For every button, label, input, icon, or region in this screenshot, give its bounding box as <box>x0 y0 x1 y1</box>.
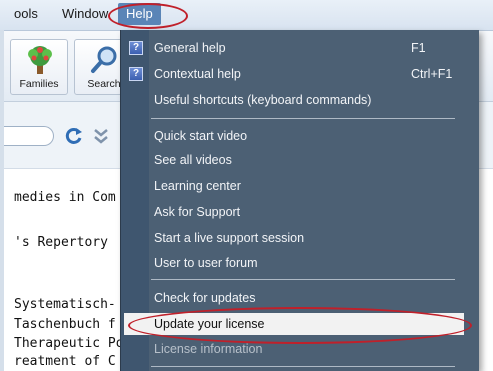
menu-separator <box>151 118 455 119</box>
document-line[interactable]: Therapeutic Po <box>14 336 124 351</box>
families-button[interactable]: Families <box>10 39 68 95</box>
menu-window[interactable]: Window <box>62 6 108 21</box>
search-input[interactable] <box>0 126 54 146</box>
menu-item-learning-center[interactable]: Learning center <box>121 175 479 197</box>
document-line[interactable]: Systematisch- <box>14 297 116 312</box>
menu-item-user-forum[interactable]: User to user forum <box>121 252 479 274</box>
refresh-icon[interactable] <box>64 126 84 146</box>
menu-item-shortcut: F1 <box>411 41 426 55</box>
window-left-edge <box>0 30 4 371</box>
menu-item-live-support-session[interactable]: Start a live support session <box>121 227 479 249</box>
menu-item-general-help[interactable]: ? General help F1 <box>121 37 479 59</box>
menu-item-check-for-updates[interactable]: Check for updates <box>121 287 479 309</box>
menu-item-label: Check for updates <box>154 291 256 305</box>
menu-item-see-all-videos[interactable]: See all videos <box>121 149 479 171</box>
help-book-icon: ? <box>129 67 143 81</box>
family-tree-icon <box>28 46 52 74</box>
double-chevron-down-icon[interactable] <box>92 126 110 146</box>
menu-item-label: Contextual help <box>154 67 241 81</box>
menu-separator <box>151 366 455 367</box>
families-button-label: Families <box>19 78 59 90</box>
document-line[interactable]: 's Repertory <box>14 235 108 250</box>
menu-item-shortcut: Ctrl+F1 <box>411 67 453 81</box>
help-book-icon: ? <box>129 41 143 55</box>
menu-item-label: Ask for Support <box>154 205 241 219</box>
magnifier-icon <box>91 46 117 73</box>
menu-item-ask-for-support[interactable]: Ask for Support <box>121 201 479 223</box>
document-line[interactable]: Taschenbuch f <box>14 317 116 332</box>
menu-item-contextual-help[interactable]: ? Contextual help Ctrl+F1 <box>121 63 479 85</box>
document-line[interactable]: reatment of C <box>14 354 116 369</box>
menu-item-label: Learning center <box>154 179 241 193</box>
screenshot-stage: ools Window Help Families Search medies … <box>0 0 493 371</box>
menu-item-label: Useful shortcuts (keyboard commands) <box>154 93 372 107</box>
menu-item-quick-start-video[interactable]: Quick start video <box>121 125 479 147</box>
menu-item-label: Quick start video <box>154 129 248 143</box>
menu-item-label: User to user forum <box>154 256 258 270</box>
menu-item-label: See all videos <box>154 153 232 167</box>
menu-bar: ools Window Help <box>0 0 493 31</box>
annotation-circle-update-license <box>128 307 472 344</box>
menu-tools[interactable]: ools <box>14 6 38 21</box>
document-line[interactable]: medies in Com <box>14 190 116 205</box>
menu-item-label: Start a live support session <box>154 231 305 245</box>
menu-item-label: General help <box>154 41 226 55</box>
menu-item-useful-shortcuts[interactable]: Useful shortcuts (keyboard commands) <box>121 89 479 111</box>
menu-separator <box>151 279 455 280</box>
annotation-circle-help <box>108 3 188 29</box>
